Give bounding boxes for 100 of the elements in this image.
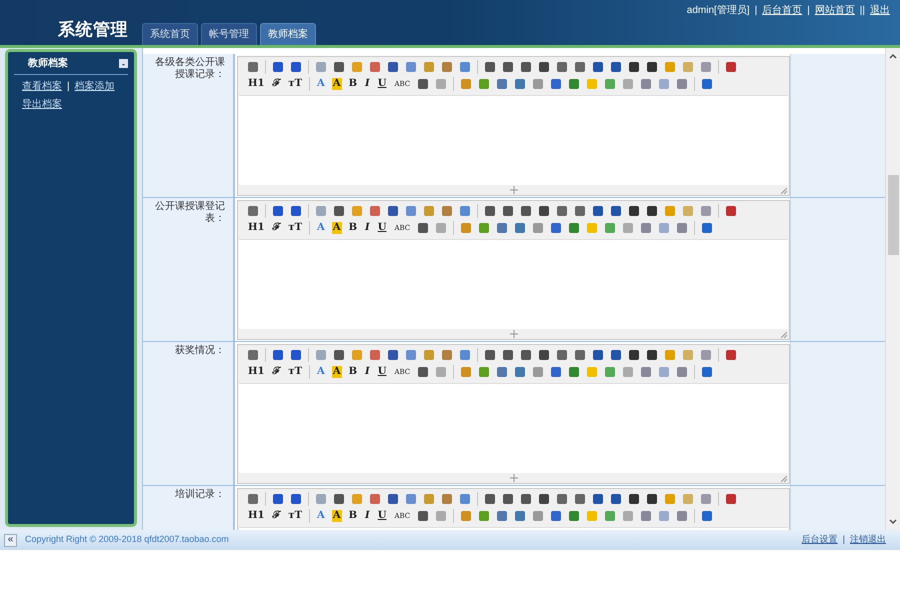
scroll-down-icon[interactable] <box>889 519 897 525</box>
tool-icon[interactable] <box>538 205 550 217</box>
nav-link[interactable]: 退出 <box>870 3 890 18</box>
nav-link[interactable]: 导出档案 <box>22 97 62 112</box>
tool-icon[interactable] <box>701 366 714 378</box>
scroll-thumb[interactable] <box>888 175 898 255</box>
tool-icon[interactable] <box>592 349 604 361</box>
tool-icon[interactable] <box>592 493 604 505</box>
tool-icon[interactable] <box>520 493 532 505</box>
format-tool[interactable]: тT <box>287 78 304 90</box>
tool-icon[interactable] <box>272 205 284 217</box>
tool-icon[interactable] <box>574 493 586 505</box>
tool-icon[interactable] <box>333 205 345 217</box>
tool-icon[interactable] <box>538 493 550 505</box>
tool-icon[interactable] <box>646 205 658 217</box>
tool-icon[interactable] <box>610 61 622 73</box>
format-tool[interactable]: I <box>364 78 371 90</box>
format-tool[interactable]: A <box>332 78 342 90</box>
nav-link[interactable]: 后台设置 <box>802 533 838 547</box>
tool-icon[interactable] <box>556 493 568 505</box>
tool-icon[interactable] <box>502 205 514 217</box>
tool-icon[interactable] <box>628 205 640 217</box>
tool-icon[interactable] <box>290 61 302 73</box>
format-tool[interactable]: A <box>316 78 326 90</box>
tool-icon[interactable] <box>520 349 532 361</box>
tool-icon[interactable] <box>550 78 562 90</box>
tool-icon[interactable] <box>387 61 399 73</box>
resize-handle-icon[interactable] <box>510 330 518 338</box>
tool-icon[interactable] <box>725 61 737 73</box>
tool-icon[interactable] <box>272 61 284 73</box>
tool-icon[interactable] <box>538 349 550 361</box>
tool-icon[interactable] <box>387 493 399 505</box>
nav-tab[interactable]: 帐号管理 <box>201 23 257 45</box>
format-tool[interactable]: тT <box>287 222 304 234</box>
tool-icon[interactable] <box>610 205 622 217</box>
nav-link[interactable]: 注销退出 <box>850 533 886 547</box>
format-tool[interactable]: H1 <box>247 222 266 234</box>
tool-icon[interactable] <box>333 349 345 361</box>
nav-tab[interactable]: 系统首页 <box>142 23 198 45</box>
scrollbar[interactable] <box>885 48 900 530</box>
collapse-sidebar-button[interactable]: « <box>4 534 17 546</box>
format-tool[interactable]: B <box>348 222 358 234</box>
tool-icon[interactable] <box>484 349 496 361</box>
tool-icon[interactable] <box>628 61 640 73</box>
format-tool[interactable]: I <box>364 366 371 378</box>
tool-icon[interactable] <box>502 61 514 73</box>
tool-icon[interactable] <box>417 510 430 522</box>
format-tool[interactable]: ℱ <box>271 366 282 378</box>
tool-icon[interactable] <box>646 493 658 505</box>
tool-icon[interactable] <box>610 493 622 505</box>
tool-icon[interactable] <box>333 61 345 73</box>
format-tool[interactable]: A <box>332 366 342 378</box>
tool-icon[interactable] <box>272 349 284 361</box>
tool-icon[interactable] <box>550 222 562 234</box>
tool-icon[interactable] <box>556 205 568 217</box>
tool-icon[interactable] <box>520 205 532 217</box>
tool-icon[interactable] <box>272 493 284 505</box>
tool-icon[interactable] <box>574 205 586 217</box>
tool-icon[interactable] <box>628 349 640 361</box>
tool-icon[interactable] <box>538 61 550 73</box>
tool-icon[interactable] <box>387 205 399 217</box>
tool-icon[interactable] <box>502 349 514 361</box>
tool-icon[interactable] <box>701 78 714 90</box>
tool-icon[interactable] <box>628 493 640 505</box>
tool-icon[interactable] <box>502 493 514 505</box>
tool-icon[interactable] <box>646 349 658 361</box>
format-tool[interactable]: U <box>376 366 388 378</box>
format-tool[interactable]: U <box>376 222 388 234</box>
tool-icon[interactable] <box>592 205 604 217</box>
tool-icon[interactable] <box>417 222 430 234</box>
scroll-up-icon[interactable] <box>889 53 897 59</box>
format-tool[interactable]: A <box>316 222 326 234</box>
tool-icon[interactable] <box>574 349 586 361</box>
nav-link[interactable]: 后台首页 <box>762 3 802 18</box>
format-tool[interactable]: B <box>348 78 358 90</box>
tool-icon[interactable] <box>484 205 496 217</box>
corner-grip-icon[interactable] <box>781 476 787 482</box>
format-tool[interactable]: U <box>376 78 388 90</box>
tool-icon[interactable] <box>646 61 658 73</box>
resize-handle-icon[interactable] <box>510 474 518 482</box>
format-tool[interactable]: H1 <box>247 510 266 522</box>
format-tool[interactable]: B <box>348 366 358 378</box>
format-tool[interactable]: тT <box>287 366 304 378</box>
tool-icon[interactable] <box>520 61 532 73</box>
tool-icon[interactable] <box>290 205 302 217</box>
format-tool[interactable]: ℱ <box>271 510 282 522</box>
format-tool[interactable]: A <box>316 510 326 522</box>
format-tool[interactable]: U <box>376 510 388 522</box>
format-tool[interactable]: A <box>332 510 342 522</box>
format-tool[interactable]: ℱ <box>271 78 282 90</box>
tool-icon[interactable] <box>290 493 302 505</box>
tool-icon[interactable] <box>592 61 604 73</box>
format-tool[interactable]: ℱ <box>271 222 282 234</box>
nav-link[interactable]: 查看档案 <box>22 79 62 94</box>
tool-icon[interactable] <box>550 510 562 522</box>
tool-icon[interactable] <box>725 205 737 217</box>
tool-icon[interactable] <box>556 61 568 73</box>
tool-icon[interactable] <box>333 493 345 505</box>
resize-handle-icon[interactable] <box>510 186 518 194</box>
tool-icon[interactable] <box>725 349 737 361</box>
